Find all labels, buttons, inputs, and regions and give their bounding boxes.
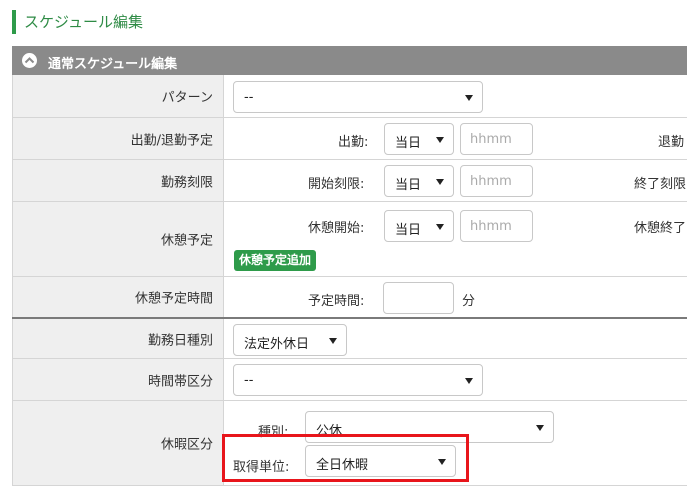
row-day-type: 勤務日種別 法定外休日 (12, 319, 687, 359)
break-start-time-input[interactable]: hhmm (460, 210, 533, 242)
row-time-zone: 時間帯区分 -- (12, 359, 687, 401)
row-label: 勤務日種別 (147, 333, 213, 348)
time-zone-select[interactable]: -- (233, 364, 483, 396)
input-placeholder: hhmm (470, 219, 512, 234)
select-value: 当日 (395, 223, 422, 238)
select-value: 法定外休日 (244, 337, 310, 352)
section-title: 通常スケジュール編集 (48, 57, 178, 72)
end-label: 退勤 (658, 135, 685, 150)
chevron-down-icon (436, 224, 444, 230)
row-attendance: 出勤/退勤予定 出勤: 当日 hhmm 退勤 (12, 118, 687, 160)
break-end-label: 休憩終了 (634, 221, 687, 236)
row-pattern: パターン -- (12, 75, 687, 118)
collapse-icon[interactable] (22, 53, 37, 68)
row-header: 休暇区分 (12, 401, 224, 485)
attendance-start-day-select[interactable]: 当日 (384, 123, 454, 155)
limit-start-day-select[interactable]: 当日 (384, 165, 454, 197)
chevron-down-icon (536, 425, 544, 431)
pattern-select[interactable]: -- (233, 81, 483, 113)
day-type-select[interactable]: 法定外休日 (233, 324, 347, 356)
page-header: スケジュール編集 (0, 0, 687, 44)
select-value: 当日 (395, 178, 422, 193)
row-break-time: 休憩予定時間 予定時間: 分 (12, 277, 687, 319)
row-header: パターン (12, 75, 224, 117)
highlight-box (222, 434, 469, 482)
section-header[interactable]: 通常スケジュール編集 (12, 46, 687, 75)
page-title: スケジュール編集 (24, 13, 143, 31)
row-break: 休憩予定 休憩開始: 当日 hhmm 休憩終了 休憩予定追加 (12, 202, 687, 277)
row-header: 休憩予定 (12, 202, 224, 276)
select-value: -- (244, 373, 254, 388)
row-label: 出勤/退勤予定 (130, 133, 213, 148)
chevron-down-icon (465, 95, 473, 101)
break-time-input[interactable] (383, 282, 454, 314)
minutes-unit: 分 (462, 294, 476, 309)
limit-start-time-input[interactable]: hhmm (460, 165, 533, 197)
row-label: 休憩予定 (160, 233, 213, 249)
row-header: 時間帯区分 (12, 359, 224, 400)
title-accent-bar (12, 10, 16, 34)
input-placeholder: hhmm (470, 174, 512, 189)
row-label: 時間帯区分 (147, 374, 213, 389)
start-limit-label: 開始刻限: (308, 177, 365, 192)
attendance-start-time-input[interactable]: hhmm (460, 123, 533, 155)
start-label: 出勤: (338, 135, 369, 150)
row-work-limit: 勤務刻限 開始刻限: 当日 hhmm 終了刻限 (12, 160, 687, 202)
break-start-label: 休憩開始: (308, 221, 365, 236)
select-value: 当日 (395, 136, 422, 151)
break-start-day-select[interactable]: 当日 (384, 210, 454, 242)
input-placeholder: hhmm (470, 132, 512, 147)
row-header: 出勤/退勤予定 (12, 118, 224, 159)
row-header: 勤務刻限 (12, 160, 224, 201)
chevron-down-icon (465, 378, 473, 384)
chevron-down-icon (436, 179, 444, 185)
chevron-down-icon (329, 338, 337, 344)
chevron-down-icon (436, 137, 444, 143)
row-label: 休暇区分 (160, 437, 213, 453)
row-label: パターン (161, 90, 213, 106)
row-header: 休憩予定時間 (12, 277, 224, 317)
select-value: -- (244, 90, 254, 105)
row-label: 勤務刻限 (160, 175, 213, 190)
add-break-button[interactable]: 休憩予定追加 (234, 250, 317, 271)
break-time-label: 予定時間: (308, 294, 365, 309)
end-limit-label: 終了刻限 (634, 177, 687, 192)
row-header: 勤務日種別 (12, 319, 224, 358)
row-label: 休憩予定時間 (134, 291, 213, 307)
